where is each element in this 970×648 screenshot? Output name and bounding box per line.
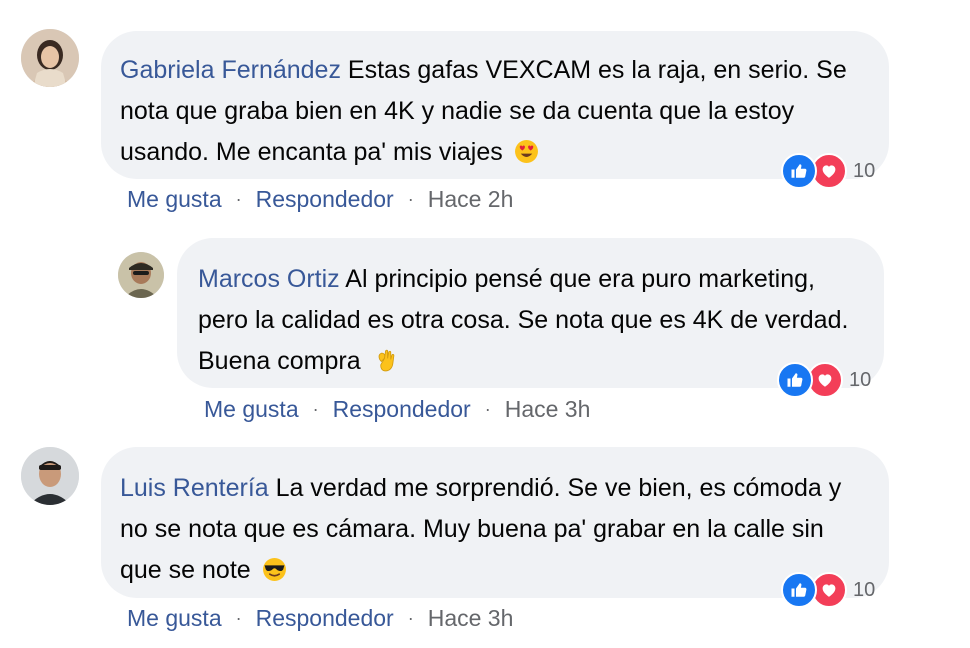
heart-eyes-emoji-icon xyxy=(514,140,538,163)
separator-dot: · xyxy=(235,608,242,628)
comment-bubble: Gabriela Fernández Estas gafas VEXCAM es… xyxy=(101,31,889,179)
comment-author[interactable]: Luis Rentería xyxy=(120,474,269,502)
comment-bubble: Luis Rentería La verdad me sorprendió. S… xyxy=(101,447,889,598)
comment-actions: Me gusta · Respondedor · Hace 3h xyxy=(204,396,590,423)
sunglasses-emoji-icon xyxy=(262,558,286,581)
avatar-marcos-image xyxy=(118,252,164,298)
timestamp[interactable]: Hace 2h xyxy=(428,186,514,213)
reaction-count: 10 xyxy=(853,159,876,182)
separator-dot: · xyxy=(407,608,414,628)
reaction-summary[interactable]: 10 xyxy=(781,153,875,189)
like-button[interactable]: Me gusta xyxy=(127,186,222,213)
separator-dot: · xyxy=(235,189,242,209)
like-reaction-icon xyxy=(781,572,817,608)
reaction-summary[interactable]: 10 xyxy=(777,362,871,398)
timestamp[interactable]: Hace 3h xyxy=(505,396,591,423)
like-reaction-icon xyxy=(777,362,813,398)
ok-hand-emoji-icon xyxy=(378,349,394,372)
reply-button[interactable]: Respondedor xyxy=(256,186,394,213)
like-reaction-icon xyxy=(781,153,817,189)
comment-author[interactable]: Gabriela Fernández xyxy=(120,56,341,84)
reply-button[interactable]: Respondedor xyxy=(256,605,394,632)
like-button[interactable]: Me gusta xyxy=(127,605,222,632)
timestamp[interactable]: Hace 3h xyxy=(428,605,514,632)
reaction-count: 10 xyxy=(849,368,872,391)
separator-dot: · xyxy=(407,189,414,209)
avatar[interactable] xyxy=(118,252,164,298)
reaction-count: 10 xyxy=(853,578,876,601)
separator-dot: · xyxy=(312,399,319,419)
comment-actions: Me gusta · Respondedor · Hace 2h xyxy=(127,186,513,213)
avatar-luis-image xyxy=(21,447,79,505)
like-button[interactable]: Me gusta xyxy=(204,396,299,423)
avatar-gabriela-image xyxy=(21,29,79,87)
comment-actions: Me gusta · Respondedor · Hace 3h xyxy=(127,605,513,632)
reaction-summary[interactable]: 10 xyxy=(781,572,875,608)
avatar[interactable] xyxy=(21,447,79,505)
reply-button[interactable]: Respondedor xyxy=(333,396,471,423)
comment-author[interactable]: Marcos Ortiz xyxy=(198,265,340,293)
avatar[interactable] xyxy=(21,29,79,87)
separator-dot: · xyxy=(484,399,491,419)
